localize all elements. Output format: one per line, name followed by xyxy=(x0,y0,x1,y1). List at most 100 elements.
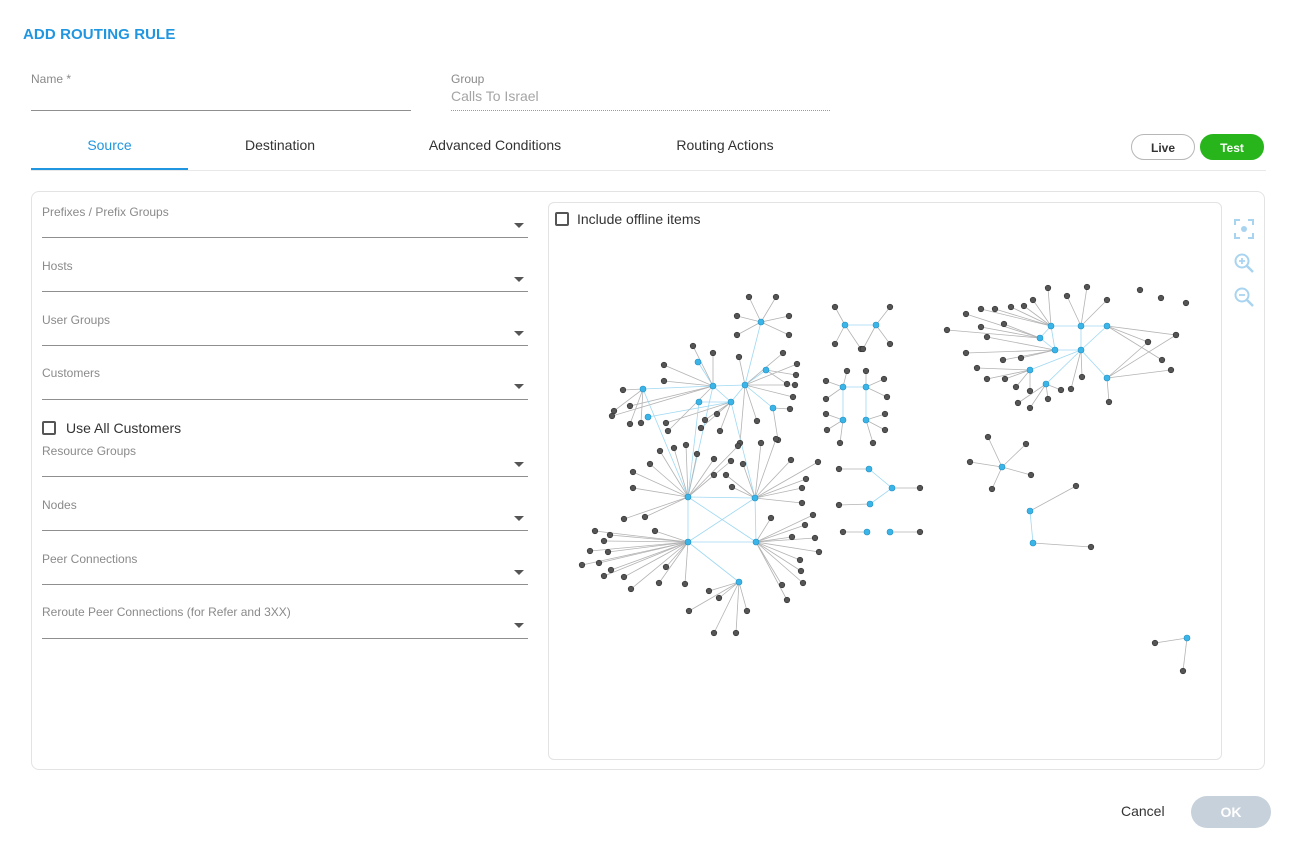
graph-leaf-node[interactable] xyxy=(600,537,608,545)
graph-hub-node[interactable] xyxy=(727,398,735,406)
graph-leaf-node[interactable] xyxy=(801,521,809,529)
graph-leaf-node[interactable] xyxy=(660,361,668,369)
graph-hub-node[interactable] xyxy=(1103,374,1111,382)
graph-leaf-node[interactable] xyxy=(811,534,819,542)
graph-leaf-node[interactable] xyxy=(728,483,736,491)
graph-leaf-node[interactable] xyxy=(881,426,889,434)
graph-leaf-node[interactable] xyxy=(835,501,843,509)
graph-leaf-node[interactable] xyxy=(767,514,775,522)
graph-leaf-node[interactable] xyxy=(757,439,765,447)
graph-leaf-node[interactable] xyxy=(637,419,645,427)
graph-leaf-node[interactable] xyxy=(962,349,970,357)
zoom-in-icon[interactable] xyxy=(1233,252,1255,274)
graph-leaf-node[interactable] xyxy=(1067,385,1075,393)
graph-leaf-node[interactable] xyxy=(802,475,810,483)
graph-leaf-node[interactable] xyxy=(600,572,608,580)
graph-leaf-node[interactable] xyxy=(1044,284,1052,292)
graph-leaf-node[interactable] xyxy=(835,465,843,473)
tab-destination[interactable]: Destination xyxy=(200,137,360,153)
graph-leaf-node[interactable] xyxy=(651,527,659,535)
tab-advanced-conditions[interactable]: Advanced Conditions xyxy=(405,137,585,153)
graph-leaf-node[interactable] xyxy=(822,377,830,385)
graph-leaf-node[interactable] xyxy=(670,444,678,452)
graph-leaf-node[interactable] xyxy=(880,375,888,383)
graph-leaf-node[interactable] xyxy=(822,410,830,418)
graph-leaf-node[interactable] xyxy=(815,548,823,556)
graph-leaf-node[interactable] xyxy=(710,455,718,463)
graph-leaf-node[interactable] xyxy=(1083,283,1091,291)
graph-leaf-node[interactable] xyxy=(1158,356,1166,364)
graph-leaf-node[interactable] xyxy=(883,393,891,401)
graph-hub-node[interactable] xyxy=(866,500,874,508)
use-all-customers-checkbox[interactable] xyxy=(42,421,56,435)
graph-hub-node[interactable] xyxy=(709,382,717,390)
graph-hub-node[interactable] xyxy=(644,413,652,421)
graph-leaf-node[interactable] xyxy=(1057,386,1065,394)
ok-button[interactable]: OK xyxy=(1191,796,1271,828)
graph-leaf-node[interactable] xyxy=(745,293,753,301)
nodes-select[interactable]: Nodes xyxy=(42,498,528,532)
graph-leaf-node[interactable] xyxy=(836,439,844,447)
graph-leaf-node[interactable] xyxy=(787,456,795,464)
live-button[interactable]: Live xyxy=(1131,134,1195,160)
graph-leaf-node[interactable] xyxy=(962,310,970,318)
graph-hub-node[interactable] xyxy=(1026,507,1034,515)
graph-leaf-node[interactable] xyxy=(682,441,690,449)
graph-leaf-node[interactable] xyxy=(783,380,791,388)
graph-hub-node[interactable] xyxy=(735,578,743,586)
graph-hub-node[interactable] xyxy=(865,465,873,473)
graph-leaf-node[interactable] xyxy=(839,528,847,536)
graph-leaf-node[interactable] xyxy=(578,561,586,569)
graph-leaf-node[interactable] xyxy=(641,513,649,521)
topology-graph[interactable] xyxy=(549,203,1221,759)
graph-leaf-node[interactable] xyxy=(656,447,664,455)
graph-leaf-node[interactable] xyxy=(1172,331,1180,339)
graph-leaf-node[interactable] xyxy=(662,563,670,571)
graph-leaf-node[interactable] xyxy=(785,312,793,320)
graph-leaf-node[interactable] xyxy=(797,567,805,575)
graph-leaf-node[interactable] xyxy=(1136,286,1144,294)
graph-leaf-node[interactable] xyxy=(796,556,804,564)
graph-leaf-node[interactable] xyxy=(988,485,996,493)
graph-leaf-node[interactable] xyxy=(734,442,742,450)
graph-leaf-node[interactable] xyxy=(739,460,747,468)
graph-leaf-node[interactable] xyxy=(785,331,793,339)
graph-leaf-node[interactable] xyxy=(1144,338,1152,346)
graph-leaf-node[interactable] xyxy=(591,527,599,535)
graph-leaf-node[interactable] xyxy=(798,484,806,492)
graph-leaf-node[interactable] xyxy=(732,629,740,637)
graph-leaf-node[interactable] xyxy=(822,395,830,403)
graph-leaf-node[interactable] xyxy=(713,410,721,418)
graph-hub-node[interactable] xyxy=(1047,322,1055,330)
graph-leaf-node[interactable] xyxy=(966,458,974,466)
graph-leaf-node[interactable] xyxy=(1020,302,1028,310)
graph-leaf-node[interactable] xyxy=(843,367,851,375)
graph-leaf-node[interactable] xyxy=(786,405,794,413)
graph-hub-node[interactable] xyxy=(741,381,749,389)
tab-source[interactable]: Source xyxy=(31,137,188,153)
graph-leaf-node[interactable] xyxy=(791,381,799,389)
graph-leaf-node[interactable] xyxy=(655,579,663,587)
graph-leaf-node[interactable] xyxy=(620,573,628,581)
graph-leaf-node[interactable] xyxy=(662,419,670,427)
graph-hub-node[interactable] xyxy=(684,493,692,501)
graph-leaf-node[interactable] xyxy=(1182,299,1190,307)
name-input[interactable] xyxy=(31,88,411,111)
graph-leaf-node[interactable] xyxy=(586,547,594,555)
graph-hub-node[interactable] xyxy=(863,528,871,536)
graph-leaf-node[interactable] xyxy=(710,629,718,637)
graph-leaf-node[interactable] xyxy=(685,607,693,615)
graph-leaf-node[interactable] xyxy=(814,458,822,466)
graph-leaf-node[interactable] xyxy=(1026,404,1034,412)
graph-leaf-node[interactable] xyxy=(660,377,668,385)
graph-hub-node[interactable] xyxy=(695,398,703,406)
graph-leaf-node[interactable] xyxy=(610,407,618,415)
graph-leaf-node[interactable] xyxy=(991,305,999,313)
graph-hub-node[interactable] xyxy=(762,366,770,374)
graph-leaf-node[interactable] xyxy=(606,531,614,539)
graph-leaf-node[interactable] xyxy=(629,468,637,476)
graph-hub-node[interactable] xyxy=(639,385,647,393)
graph-leaf-node[interactable] xyxy=(886,340,894,348)
graph-leaf-node[interactable] xyxy=(779,349,787,357)
graph-hub-node[interactable] xyxy=(1051,346,1059,354)
